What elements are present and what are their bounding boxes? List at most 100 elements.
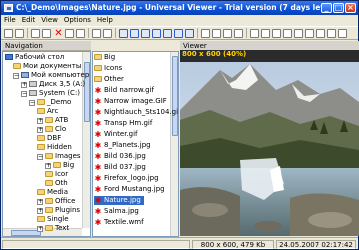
image-dimensions-label: 800 x 600 (40%) <box>182 50 247 58</box>
desktop-icon <box>5 54 13 60</box>
image-viewer[interactable] <box>180 50 359 236</box>
file-list-item[interactable]: ✱ Salma.jpg <box>94 207 142 216</box>
mode-icon[interactable] <box>174 29 183 38</box>
tree-item[interactable]: Single <box>37 215 69 224</box>
tree-item[interactable]: Media <box>37 188 68 197</box>
tree-item[interactable]: + ATB <box>37 116 68 125</box>
mode-icon[interactable] <box>152 29 161 38</box>
file-list-vscroll[interactable] <box>170 52 178 236</box>
mode-icon[interactable] <box>130 29 139 38</box>
file-list-item[interactable]: ✱ Nature.jpg <box>94 196 144 205</box>
file-list-item[interactable]: Icons <box>94 64 125 73</box>
mode-icon[interactable] <box>163 29 172 38</box>
file-name: Big <box>104 53 116 61</box>
file-list[interactable]: Big Icons Other ✱ Bild narrow.gif ✱ Narrow ima… <box>92 51 179 237</box>
expand-icon[interactable]: + <box>45 163 51 169</box>
fullscreen-icon[interactable] <box>327 29 336 38</box>
menu-edit[interactable]: Edit <box>19 15 39 26</box>
tree-item[interactable]: Hidden <box>37 143 72 152</box>
back-icon[interactable] <box>31 29 40 38</box>
tree-item[interactable]: Oth <box>45 179 68 188</box>
menu-file[interactable]: File <box>1 15 19 26</box>
copy-icon[interactable] <box>65 29 74 38</box>
collapse-icon[interactable]: − <box>21 91 27 97</box>
menu-help[interactable]: Help <box>94 15 116 26</box>
tree-item[interactable]: Мои документы <box>13 62 81 71</box>
image-file-icon: ✱ <box>94 130 102 139</box>
file-list-item[interactable]: ✱ Bild 036.jpg <box>94 152 149 161</box>
file-list-item[interactable]: Big <box>94 53 118 62</box>
expand-icon[interactable]: + <box>21 82 27 88</box>
tree-item[interactable]: + Plugins <box>37 206 80 215</box>
original-size-icon[interactable] <box>234 29 243 38</box>
file-list-item[interactable]: ✱ 8_Planets.jpg <box>94 141 154 150</box>
expand-icon[interactable]: + <box>37 118 43 124</box>
tree-item[interactable]: + Диск 3,5 (A:) <box>21 80 85 89</box>
mode-icon[interactable] <box>141 29 150 38</box>
drive-icon <box>29 81 37 87</box>
tree-item[interactable]: Arc <box>37 107 58 116</box>
zoom-icon[interactable] <box>272 29 281 38</box>
find-icon[interactable] <box>92 29 101 38</box>
zoom-out-icon[interactable] <box>261 29 270 38</box>
toolbar-separator <box>88 28 89 38</box>
image-file-icon: ✱ <box>94 108 102 117</box>
file-list-item[interactable]: ✱ Ford Mustang.jpg <box>94 185 168 194</box>
file-list-item[interactable]: ✱ Nightlauch_Sts104.gif <box>94 108 179 117</box>
tree-item[interactable]: + Text <box>37 224 69 233</box>
tree-item[interactable]: Icor <box>45 170 68 179</box>
flip-vertical-icon[interactable] <box>316 29 325 38</box>
tree-item-label: Hidden <box>47 143 72 151</box>
zoom-in-icon[interactable] <box>250 29 259 38</box>
rotate-left-icon[interactable] <box>283 29 292 38</box>
mode-icon[interactable] <box>119 29 128 38</box>
minimize-button[interactable]: _ <box>321 3 332 13</box>
tree-item[interactable]: − Мой компьютер <box>13 71 89 80</box>
file-list-item[interactable]: ✱ Narrow image.GIF <box>94 97 170 106</box>
expand-icon[interactable]: + <box>37 127 43 133</box>
collapse-icon[interactable]: − <box>29 100 35 106</box>
tree-item[interactable]: + Big <box>45 161 74 170</box>
nature-image <box>180 62 359 236</box>
forward-icon[interactable] <box>42 29 51 38</box>
file-list-item[interactable]: ✱ Firefox_logo.jpg <box>94 174 162 183</box>
fit-icon[interactable] <box>201 29 210 38</box>
file-list-item[interactable]: ✱ Textile.wmf <box>94 218 147 227</box>
flip-icon[interactable] <box>305 29 314 38</box>
tree-item[interactable]: − _Demo <box>29 98 71 107</box>
save-icon[interactable] <box>15 29 24 38</box>
file-name: Nightlauch_Sts104.gif <box>104 108 179 116</box>
collapse-icon[interactable]: − <box>37 154 43 160</box>
fit-width-icon[interactable] <box>212 29 221 38</box>
file-list-item[interactable]: ✱ Winter.gif <box>94 130 141 139</box>
file-list-item[interactable]: ✱ Bild 037.jpg <box>94 163 149 172</box>
tree-item[interactable]: − Images <box>37 152 81 161</box>
navigation-tree[interactable]: Рабочий стол Мои документы − Мой компьютер +… <box>2 51 91 237</box>
expand-icon[interactable]: + <box>37 208 43 214</box>
file-name: Textile.wmf <box>104 218 144 226</box>
options-icon[interactable] <box>338 29 347 38</box>
tree-item[interactable]: + Clo <box>37 125 66 134</box>
tree-item[interactable]: DBF <box>37 134 61 143</box>
menu-view[interactable]: View <box>38 15 61 26</box>
collapse-icon[interactable]: − <box>13 73 19 79</box>
tree-item[interactable]: − System (C:) <box>21 89 80 98</box>
tree-item[interactable]: + Office <box>37 197 75 206</box>
move-icon[interactable] <box>76 29 85 38</box>
expand-icon[interactable]: + <box>37 199 43 205</box>
file-list-item[interactable]: ✱ Bild narrow.gif <box>94 86 157 95</box>
title-bar[interactable]: C:\_Demo\Images\Nature.jpg - Universal V… <box>1 1 358 15</box>
find-next-icon[interactable] <box>103 29 112 38</box>
file-list-item[interactable]: Other <box>94 75 127 84</box>
fit-height-icon[interactable] <box>223 29 232 38</box>
tree-item[interactable]: Рабочий стол <box>5 53 64 62</box>
open-icon[interactable] <box>4 29 13 38</box>
mode-icon[interactable] <box>185 29 194 38</box>
maximize-button[interactable]: □ <box>333 3 344 13</box>
file-list-item[interactable]: ✱ Transp Hm.gif <box>94 119 155 128</box>
rotate-right-icon[interactable] <box>294 29 303 38</box>
close-button[interactable]: × <box>345 3 356 13</box>
expand-icon[interactable]: + <box>37 226 43 232</box>
delete-icon[interactable]: ✕ <box>54 29 63 39</box>
menu-options[interactable]: Options <box>61 15 94 26</box>
